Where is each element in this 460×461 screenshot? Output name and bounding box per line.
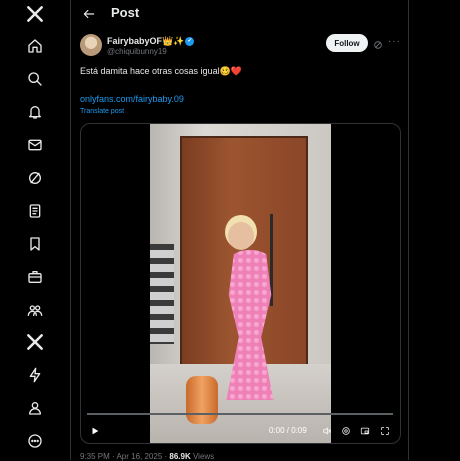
tweet-emoji: 🥴: [219, 66, 231, 76]
messages-icon[interactable]: [24, 134, 46, 156]
notifications-icon[interactable]: [24, 101, 46, 123]
communities-icon[interactable]: [24, 299, 46, 321]
external-link[interactable]: onlyfans.com/fairybaby.09: [80, 94, 184, 104]
verified-orgs-icon[interactable]: [24, 364, 46, 386]
video-progress-track[interactable]: [87, 413, 393, 415]
grok-explain-icon[interactable]: [373, 37, 385, 49]
column-divider-left: [70, 0, 71, 460]
video-person-head: [228, 222, 254, 250]
video-water-jug: [186, 376, 218, 424]
picture-in-picture-icon[interactable]: [359, 425, 371, 437]
fullscreen-icon[interactable]: [379, 425, 391, 437]
back-arrow-icon[interactable]: [79, 4, 99, 24]
translate-post-link[interactable]: Translate post: [80, 108, 124, 115]
volume-icon[interactable]: [321, 425, 333, 437]
x-logo-icon[interactable]: [24, 3, 46, 25]
search-icon[interactable]: [24, 68, 46, 90]
author-name[interactable]: FairybabyOF: [107, 36, 162, 46]
avatar[interactable]: [80, 34, 102, 56]
bookmarks-icon[interactable]: [24, 233, 46, 255]
heart-emoji: ❤️: [230, 66, 243, 76]
video-player[interactable]: 0:00 / 0:09: [80, 123, 401, 444]
video-frame[interactable]: [150, 124, 331, 443]
verified-badge-icon: ✓: [185, 37, 195, 47]
grok-icon[interactable]: [24, 167, 46, 189]
home-icon[interactable]: [24, 35, 46, 57]
more-options-icon[interactable]: ···: [388, 36, 401, 47]
settings-icon[interactable]: [340, 425, 352, 437]
author-name-row[interactable]: FairybabyOF👑✨ ✓: [107, 36, 195, 47]
tweet-text: Está damita hace otras cosas igual🥴❤️: [80, 66, 242, 77]
profile-icon[interactable]: [24, 397, 46, 419]
page-title: Post: [111, 5, 140, 20]
column-divider-right: [408, 0, 409, 460]
video-stairs: [150, 244, 174, 344]
play-icon[interactable]: [89, 425, 101, 437]
post-header: Post: [71, 0, 408, 28]
author-emoji: 👑✨: [162, 36, 185, 46]
follow-button[interactable]: Follow: [326, 34, 368, 52]
tweet-text-body: Está damita hace otras cosas igual: [80, 66, 220, 76]
author-handle[interactable]: @chiquibunny19: [107, 47, 167, 56]
more-icon[interactable]: [24, 430, 46, 452]
premium-icon[interactable]: [24, 331, 46, 353]
lists-icon[interactable]: [24, 200, 46, 222]
jobs-icon[interactable]: [24, 266, 46, 288]
sidebar: [0, 0, 72, 460]
video-time: 0:00 / 0:09: [269, 426, 307, 435]
